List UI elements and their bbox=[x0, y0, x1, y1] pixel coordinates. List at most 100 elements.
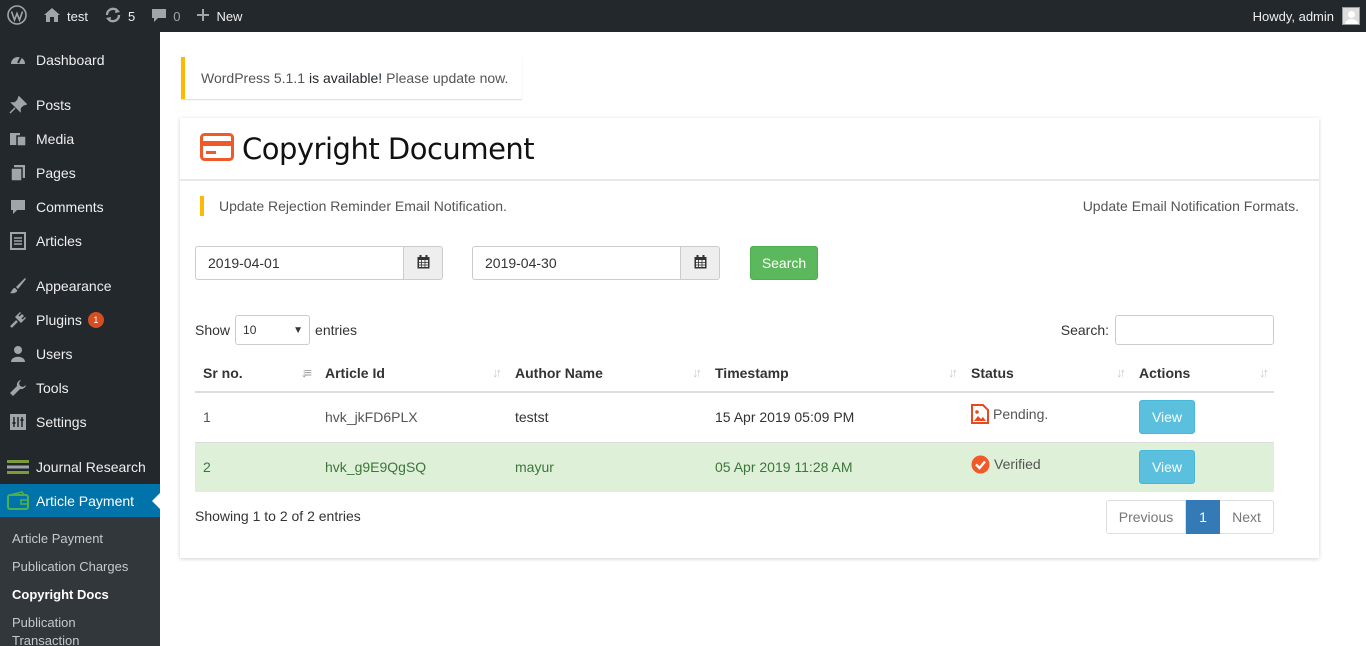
column-header-sr-no[interactable]: Sr no. ↓≡ bbox=[195, 354, 317, 393]
view-button[interactable]: View bbox=[1139, 400, 1195, 435]
wp-logo-menu[interactable] bbox=[0, 0, 35, 32]
sidebar-item-label: Settings bbox=[36, 414, 87, 430]
table-header-row: Sr no. ↓≡ Article Id ↓↑ Author Name ↓↑ Time… bbox=[195, 354, 1274, 393]
new-content-menu[interactable]: New bbox=[188, 0, 250, 32]
cell-sr-no: 2 bbox=[195, 441, 317, 492]
entries-per-page-select[interactable]: 10 ▼ bbox=[235, 315, 311, 345]
journal-icon bbox=[0, 459, 36, 475]
pagination: Previous 1 Next bbox=[1106, 500, 1274, 534]
table-info: Showing 1 to 2 of 2 entries bbox=[195, 508, 361, 524]
column-header-label: Sr no. bbox=[203, 364, 243, 381]
home-icon bbox=[43, 7, 61, 26]
sidebar-item-label: Users bbox=[36, 346, 73, 362]
sidebar-item-plugins[interactable]: Plugins 1 bbox=[0, 303, 160, 337]
dashboard-icon bbox=[0, 51, 36, 69]
article-payment-submenu: Article Payment Publication Charges Copy… bbox=[0, 517, 160, 646]
copyright-document-panel: Copyright Document Update Rejection Remi… bbox=[180, 118, 1319, 558]
check-circle-icon bbox=[971, 455, 990, 474]
update-now-link[interactable]: Please update now. bbox=[386, 70, 508, 86]
rejection-reminder-link[interactable]: Update Rejection Reminder Email Notifica… bbox=[219, 198, 507, 214]
site-name-menu[interactable]: test bbox=[35, 0, 96, 32]
column-header-label: Article Id bbox=[325, 364, 385, 381]
sidebar-item-label: Article Payment bbox=[36, 493, 135, 509]
sidebar-item-label: Media bbox=[36, 131, 75, 147]
cell-timestamp: 05 Apr 2019 11:28 AM bbox=[707, 441, 963, 492]
show-label: Show bbox=[195, 322, 231, 338]
update-notice: WordPress 5.1.1 is available! Please upd… bbox=[181, 57, 522, 99]
column-header-status[interactable]: Status ↓↑ bbox=[963, 354, 1131, 393]
email-notification-links: Update Rejection Reminder Email Notifica… bbox=[200, 195, 1299, 217]
plus-icon bbox=[196, 8, 210, 25]
table-search-input[interactable] bbox=[1115, 315, 1274, 345]
wallet-icon bbox=[0, 491, 36, 511]
sidebar-item-comments[interactable]: Comments bbox=[0, 190, 160, 224]
sidebar-item-pages[interactable]: Pages bbox=[0, 156, 160, 190]
sidebar-item-appearance[interactable]: Appearance bbox=[0, 269, 160, 303]
sidebar-item-article-payment[interactable]: Article Payment bbox=[0, 484, 160, 518]
cell-sr-no: 1 bbox=[195, 391, 317, 442]
cell-actions: View bbox=[1131, 391, 1274, 442]
credit-card-icon bbox=[200, 133, 234, 164]
sidebar-item-label: Pages bbox=[36, 165, 76, 181]
cell-author-name: testst bbox=[507, 391, 707, 442]
notification-formats-link[interactable]: Update Email Notification Formats. bbox=[1083, 198, 1299, 214]
submenu-item-publication-charges[interactable]: Publication Charges bbox=[12, 558, 128, 576]
table-row: 1 hvk_jkFD6PLX testst 15 Apr 2019 05:09 … bbox=[195, 391, 1274, 442]
page-1-button[interactable]: 1 bbox=[1186, 500, 1220, 534]
date-from-calendar-button[interactable] bbox=[403, 246, 443, 280]
column-header-label: Actions bbox=[1139, 364, 1191, 381]
howdy-text: Howdy, admin bbox=[1252, 8, 1334, 24]
my-account-menu[interactable]: Howdy, admin bbox=[1253, 7, 1366, 25]
date-from-group: 2019-04-01 bbox=[195, 246, 443, 280]
update-available-text: is available! bbox=[309, 70, 383, 86]
sidebar-item-label: Comments bbox=[36, 199, 104, 215]
sidebar-item-posts[interactable]: Posts bbox=[0, 88, 160, 122]
sidebar-item-journal-research[interactable]: Journal Research bbox=[0, 450, 160, 484]
page-title: Copyright Document bbox=[242, 131, 535, 166]
sidebar-item-media[interactable]: Media bbox=[0, 122, 160, 156]
sidebar-item-articles[interactable]: Articles bbox=[0, 224, 160, 258]
submenu-item-publication-transaction[interactable]: Publication Transaction bbox=[12, 614, 79, 646]
date-to-group: 2019-04-30 bbox=[472, 246, 720, 280]
settings-icon bbox=[0, 413, 36, 431]
chevron-down-icon: ▼ bbox=[293, 325, 304, 336]
column-header-timestamp[interactable]: Timestamp ↓↑ bbox=[707, 354, 963, 393]
column-header-article-id[interactable]: Article Id ↓↑ bbox=[317, 354, 507, 393]
comments-icon bbox=[0, 198, 36, 216]
wordpress-logo-icon bbox=[7, 4, 27, 28]
updates-count: 5 bbox=[127, 8, 136, 24]
sidebar-item-tools[interactable]: Tools bbox=[0, 371, 160, 405]
cell-status: Verified bbox=[963, 441, 1131, 492]
panel-header: Copyright Document bbox=[180, 118, 1319, 181]
next-page-button[interactable]: Next bbox=[1220, 500, 1274, 534]
comment-bubble-icon bbox=[151, 7, 167, 26]
site-name: test bbox=[67, 8, 88, 24]
cell-article-id: hvk_g9E9QgSQ bbox=[317, 441, 507, 492]
sidebar-item-label: Tools bbox=[36, 380, 69, 396]
cell-actions: View bbox=[1131, 441, 1274, 492]
admin-bar: test 5 0 New Howdy, admin bbox=[0, 0, 1366, 32]
view-button[interactable]: View bbox=[1139, 450, 1195, 485]
sidebar-item-users[interactable]: Users bbox=[0, 337, 160, 371]
updates-menu[interactable]: 5 bbox=[96, 0, 143, 32]
user-icon bbox=[0, 345, 36, 363]
date-to-calendar-button[interactable] bbox=[680, 246, 720, 280]
submenu-item-copyright-docs[interactable]: Copyright Docs bbox=[12, 586, 109, 604]
status-text: Pending. bbox=[993, 406, 1049, 423]
column-header-actions[interactable]: Actions ↓↑ bbox=[1131, 354, 1274, 393]
sort-desc-icon: ↓≡ bbox=[300, 365, 312, 380]
wordpress-version-link[interactable]: WordPress 5.1.1 bbox=[201, 70, 305, 86]
table-search-control: Search: bbox=[1061, 315, 1274, 345]
search-button[interactable]: Search bbox=[750, 246, 818, 280]
date-to-input[interactable]: 2019-04-30 bbox=[472, 246, 680, 280]
submenu-item-article-payment[interactable]: Article Payment bbox=[12, 530, 103, 548]
column-header-author-name[interactable]: Author Name ↓↑ bbox=[507, 354, 707, 393]
cell-author-name: mayur bbox=[507, 441, 707, 492]
date-from-input[interactable]: 2019-04-01 bbox=[195, 246, 403, 280]
sidebar-item-dashboard[interactable]: Dashboard bbox=[0, 43, 160, 77]
comments-menu[interactable]: 0 bbox=[143, 0, 188, 32]
sidebar-item-settings[interactable]: Settings bbox=[0, 405, 160, 439]
previous-page-button[interactable]: Previous bbox=[1106, 500, 1186, 534]
column-header-label: Timestamp bbox=[715, 364, 789, 381]
sidebar-item-label: Dashboard bbox=[36, 52, 105, 68]
